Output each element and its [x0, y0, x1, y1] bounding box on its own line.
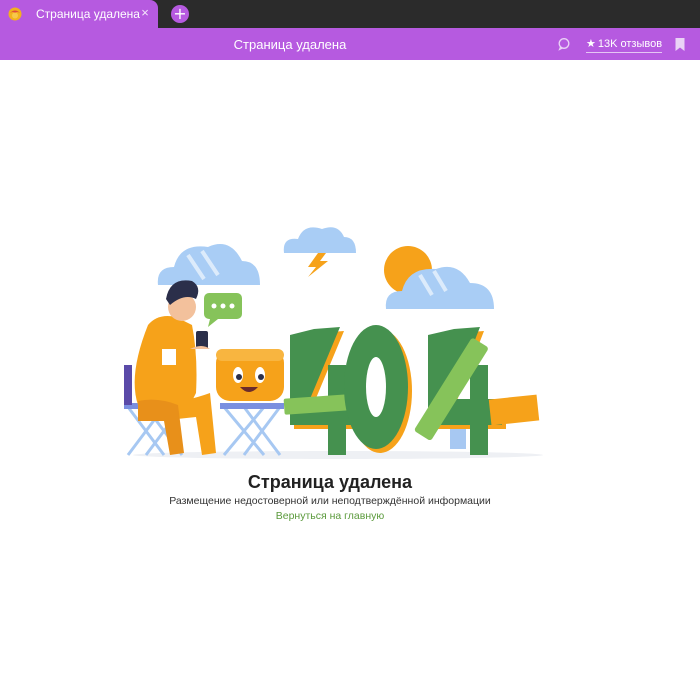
mascot-illustration [216, 349, 284, 401]
home-link[interactable]: Вернуться на главную [276, 510, 385, 522]
page-title: Страница удалена [233, 37, 347, 52]
chat-bubble-icon[interactable] [557, 37, 571, 51]
logo-icon [8, 7, 22, 21]
reviews-label: 13K отзывов [597, 38, 663, 50]
storm-cloud-icon [283, 227, 356, 277]
reviews-link[interactable]: ★ 13K отзывов [586, 37, 663, 53]
tab-strip: Страница удалена × + [0, 0, 700, 28]
speech-bubble-icon [204, 293, 242, 327]
chair-icon [220, 403, 284, 456]
digit-0 [344, 325, 412, 453]
cloud-icon [157, 244, 260, 285]
tab-title: Страница удалена [36, 7, 140, 21]
digit-4-right [414, 327, 540, 455]
tab-active[interactable]: Страница удалена × [0, 0, 158, 28]
error-description: Размещение недостоверной или неподтвержд… [169, 495, 491, 507]
star-icon: ★ [586, 37, 596, 50]
title-bar: Страница удалена ★ 13K отзывов [0, 28, 700, 60]
home-link-wrapper: Вернуться на главную [0, 510, 660, 522]
close-icon[interactable]: × [138, 6, 152, 20]
error-title: Страница удалена [247, 472, 413, 492]
bookmark-icon[interactable] [674, 37, 686, 52]
new-tab-button[interactable]: + [171, 5, 189, 23]
error-404-illustration [124, 227, 543, 459]
